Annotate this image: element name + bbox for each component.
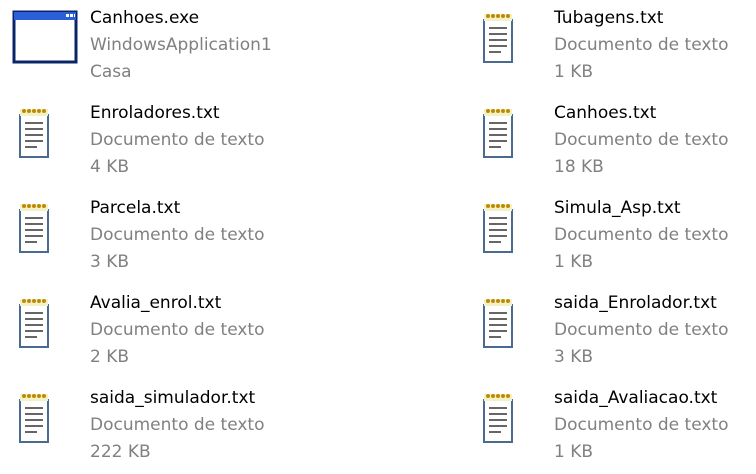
text-document-icon [476,293,520,353]
text-document-icon [476,388,520,448]
file-tile-parcela[interactable]: Parcela.txt Documento de texto 3 KB [12,198,382,284]
file-size: 18 KB [554,157,604,177]
application-window-icon [12,8,80,68]
text-document-icon [476,198,520,258]
text-document-icon [476,8,520,68]
file-size: 1 KB [554,62,594,82]
file-name: Simula_Asp.txt [554,198,681,218]
text-document-icon [12,103,56,163]
text-document-icon [476,103,520,163]
file-name: Canhoes.exe [90,8,200,28]
file-size: 3 KB [554,347,594,367]
file-type: Documento de texto [90,225,265,245]
file-tile-saida-enrolador[interactable]: saida_Enrolador.txt Documento de texto 3… [476,293,756,379]
file-tile-enroladores[interactable]: Enroladores.txt Documento de texto 4 KB [12,103,382,189]
file-size: 222 KB [90,442,151,462]
file-name: saida_Avaliacao.txt [554,388,718,408]
file-name: Parcela.txt [90,198,181,218]
file-size: 4 KB [90,157,130,177]
file-name: Tubagens.txt [554,8,664,28]
file-type: Documento de texto [90,320,265,340]
file-name: saida_Enrolador.txt [554,293,717,313]
file-type: Documento de texto [554,320,729,340]
file-name: saida_simulador.txt [90,388,256,408]
file-company: Casa [90,62,132,82]
file-type: Documento de texto [554,35,729,55]
text-document-icon [12,198,56,258]
file-tile-saida-simulador[interactable]: saida_simulador.txt Documento de texto 2… [12,388,382,474]
file-type: Documento de texto [554,225,729,245]
text-document-icon [12,293,56,353]
text-document-icon [12,388,56,448]
file-type: Documento de texto [90,415,265,435]
file-name: Avalia_enrol.txt [90,293,222,313]
file-description: WindowsApplication1 [90,35,272,55]
file-type: Documento de texto [554,415,729,435]
file-name: Canhoes.txt [554,103,657,123]
file-type: Documento de texto [90,130,265,150]
file-size: 3 KB [90,252,130,272]
file-tile-simula-asp[interactable]: Simula_Asp.txt Documento de texto 1 KB [476,198,756,284]
file-tile-avalia-enrol[interactable]: Avalia_enrol.txt Documento de texto 2 KB [12,293,382,379]
file-type: Documento de texto [554,130,729,150]
file-name: Enroladores.txt [90,103,220,123]
file-tile-tubagens[interactable]: Tubagens.txt Documento de texto 1 KB [476,8,756,94]
file-size: 2 KB [90,347,130,367]
file-tile-saida-avaliacao[interactable]: saida_Avaliacao.txt Documento de texto 1… [476,388,756,474]
file-tile-canhoes-txt[interactable]: Canhoes.txt Documento de texto 18 KB [476,103,756,189]
file-tile-canhoes-exe[interactable]: Canhoes.exe WindowsApplication1 Casa [12,8,382,94]
file-size: 1 KB [554,252,594,272]
file-size: 1 KB [554,442,594,462]
